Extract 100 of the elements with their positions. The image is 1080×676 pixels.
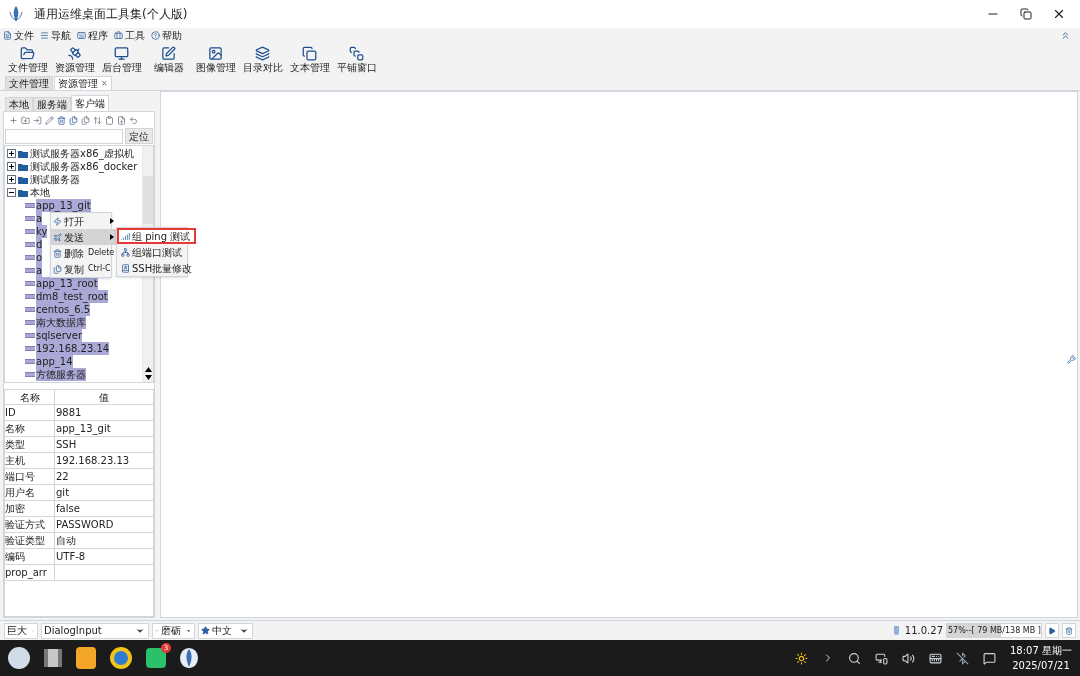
devices-icon[interactable] (875, 651, 888, 665)
toolbar-button[interactable]: 资源管理 (51, 46, 98, 73)
scroll-up-icon[interactable] (144, 367, 152, 372)
expand-icon[interactable] (7, 149, 16, 158)
menu-item[interactable]: 帮助 (151, 27, 182, 43)
tree-item[interactable]: a (36, 212, 43, 225)
menu-item[interactable]: 组端口测试 (117, 244, 197, 260)
tree-item[interactable]: o (36, 251, 43, 264)
tool-icon (349, 46, 364, 61)
tree-item[interactable]: 192.168.23.14 (36, 342, 110, 355)
tool-icon[interactable] (129, 115, 138, 125)
tree-item[interactable]: app_13_git (36, 199, 91, 212)
document-tab[interactable]: 文件管理 (5, 76, 53, 90)
tree-item[interactable]: centos_6.5 (36, 303, 91, 316)
expand-icon[interactable] (7, 162, 16, 171)
table-cell-text: PASSWORD (55, 518, 115, 532)
restore-icon[interactable] (1020, 8, 1032, 20)
tree-item[interactable]: ky (36, 225, 48, 238)
toolbar-button[interactable]: 目录对比 (239, 46, 286, 73)
menu-item[interactable]: 打开 (51, 213, 117, 229)
bluetooth-off-icon[interactable] (956, 651, 969, 665)
panel-tab[interactable]: 服务端 (33, 97, 71, 111)
close-icon[interactable] (1052, 7, 1066, 21)
column-header[interactable]: 名称 (5, 390, 55, 404)
search-icon[interactable] (848, 651, 861, 665)
app-icon[interactable] (76, 647, 96, 669)
tool-icon[interactable] (69, 115, 78, 125)
tool-icon (255, 46, 270, 61)
launcher-icon[interactable] (8, 647, 30, 669)
table-cell: 加密 (5, 501, 55, 516)
font-size-select[interactable]: 巨大 (4, 622, 38, 639)
menu-icon (151, 30, 160, 40)
tool-icon[interactable] (57, 115, 66, 125)
menu-item[interactable]: 发送 (51, 229, 117, 245)
toolbar-button[interactable]: 文件管理 (4, 46, 51, 73)
tree-item[interactable]: 本地 (30, 185, 50, 200)
scroll-down-icon[interactable] (144, 375, 152, 380)
tree-item[interactable]: dm8_test_root (36, 290, 108, 303)
tool-icon[interactable] (81, 115, 90, 125)
toolbar-button[interactable]: 文本管理 (286, 46, 333, 73)
language-select[interactable]: 中文 (198, 622, 253, 639)
version-label: 11.0.27 (904, 624, 943, 638)
tree-item[interactable]: a (36, 264, 43, 277)
menu-icon (40, 30, 49, 40)
tree-item[interactable]: app_14 (36, 355, 73, 368)
toolbar-button[interactable]: 图像管理 (192, 46, 239, 73)
tree-item[interactable]: 测试服务器x86_虚拟机 (30, 146, 134, 161)
table-cell-text: 9881 (55, 406, 83, 420)
table-cell: prop_arr (5, 565, 55, 580)
clock-time[interactable]: 18:07 星期一 (1010, 643, 1072, 658)
tool-icon[interactable] (9, 115, 18, 125)
toolbar-button[interactable]: 后台管理 (98, 46, 145, 73)
keyboard-icon[interactable] (929, 651, 942, 665)
tool-icon[interactable] (33, 115, 42, 125)
tree-item[interactable]: 测试服务器 (30, 172, 80, 187)
wrench-icon[interactable] (1067, 355, 1076, 364)
search-field[interactable] (5, 128, 123, 144)
column-header[interactable]: 值 (55, 390, 153, 404)
sun-icon[interactable] (795, 651, 808, 665)
notification-icon[interactable] (983, 651, 996, 665)
star-icon (201, 626, 210, 635)
menu-item[interactable]: 删除 Delete (51, 245, 117, 261)
tree-item[interactable]: 测试服务器x86_docker (30, 159, 138, 174)
table-cell-text: git (55, 486, 71, 500)
app-logo-icon[interactable] (180, 646, 198, 670)
tree-item[interactable]: sqlserver (36, 329, 82, 342)
menu-item[interactable]: 复制 Ctrl-C (51, 261, 117, 277)
tool-icon[interactable] (105, 115, 114, 125)
tool-icon[interactable] (93, 115, 102, 125)
tool-icon[interactable] (117, 115, 126, 125)
toolbar-button[interactable]: 编辑器 (145, 46, 192, 73)
window-switcher-icon[interactable] (44, 649, 62, 667)
expand-icon[interactable] (7, 175, 16, 184)
tool-icon (67, 46, 82, 61)
panel-tab[interactable]: 本地 (5, 97, 33, 111)
tree-item[interactable]: 方德服务器 (36, 368, 86, 381)
document-tab[interactable]: 资源管理 × (54, 76, 112, 90)
clock-date[interactable]: 2025/07/21 (1012, 658, 1070, 673)
toolbar-button[interactable]: 平铺窗口 (333, 46, 380, 73)
volume-icon[interactable] (902, 651, 915, 665)
theme-select[interactable]: 磨砺 (152, 622, 195, 639)
menu-item-icon (53, 216, 62, 226)
app-icon[interactable] (110, 647, 132, 669)
play-button[interactable] (1045, 623, 1059, 638)
tab-close[interactable]: × (101, 77, 108, 90)
scrollbar-thumb[interactable] (143, 176, 153, 224)
menu-item[interactable]: 组 ping 测试 (117, 228, 197, 244)
panel-tab[interactable]: 客户端 (71, 95, 109, 111)
menu-item[interactable]: 文件 (3, 27, 34, 43)
font-select[interactable]: DialogInput (41, 622, 149, 639)
menu-item[interactable]: 导航 (40, 27, 71, 43)
menu-item[interactable]: 工具 (114, 27, 145, 43)
menu-item[interactable]: SSH批量修改 (117, 260, 197, 276)
collapse-icon[interactable] (7, 188, 16, 197)
tool-icon[interactable] (21, 115, 30, 125)
locate-button[interactable]: 定位 (125, 128, 153, 144)
tree-item[interactable]: 南大数据库 (36, 316, 86, 329)
tool-icon (161, 46, 176, 61)
menu-item[interactable]: 程序 (77, 27, 108, 43)
tree-item[interactable]: d (36, 238, 43, 251)
